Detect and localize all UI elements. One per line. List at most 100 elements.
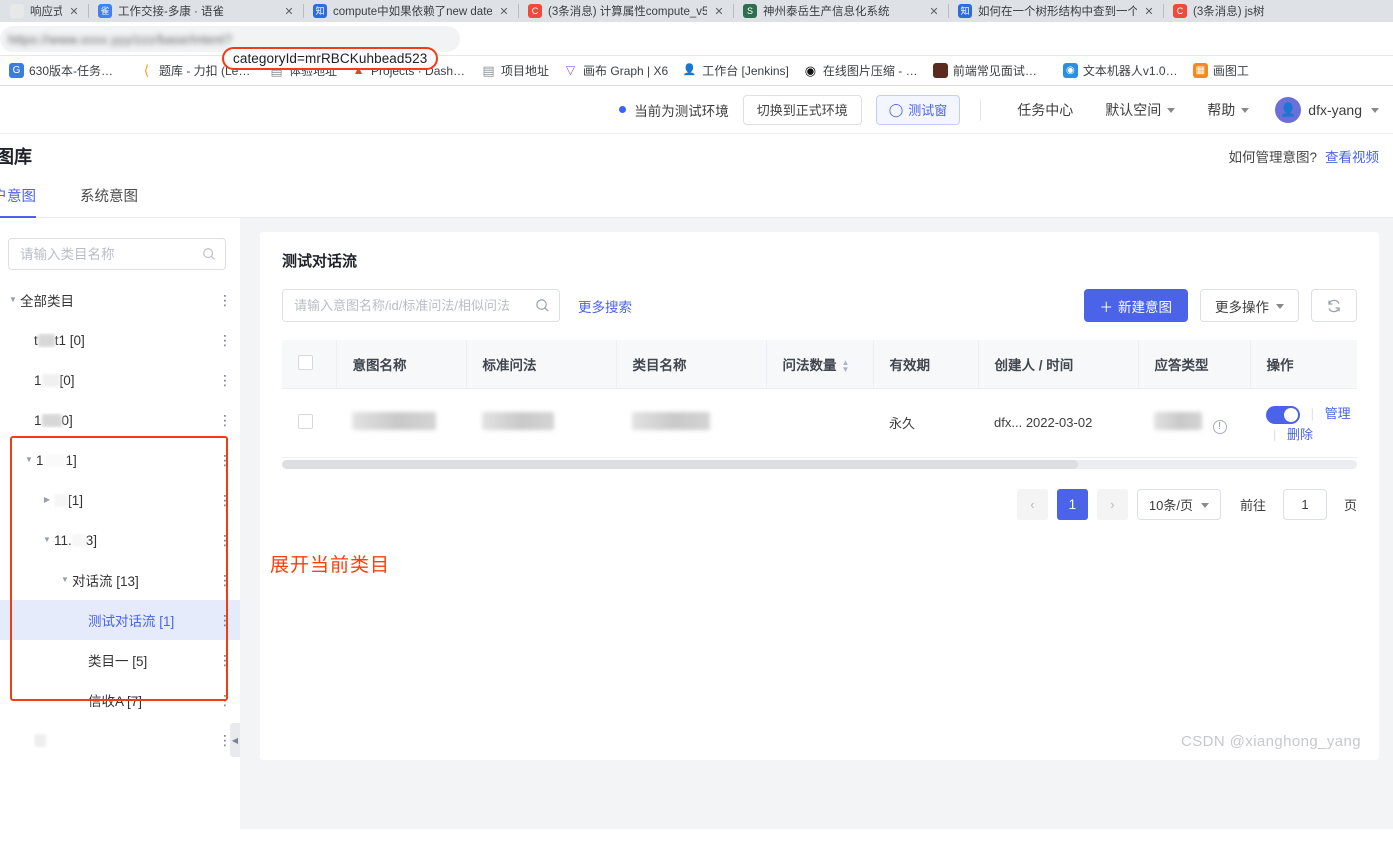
browser-tab[interactable]: S 神州泰岳生产信息化系统 ✕ xyxy=(733,0,948,22)
avatar[interactable]: 👤 xyxy=(1275,96,1302,123)
column-standard-question[interactable]: 标准问法 xyxy=(466,340,617,389)
browser-tab[interactable]: C (3条消息) 计算属性compute_v5 ✕ xyxy=(518,0,733,22)
kebab-menu-icon[interactable]: ⋮ xyxy=(214,693,236,707)
kebab-menu-icon[interactable]: ⋮ xyxy=(214,493,236,507)
browser-tab[interactable]: 响应式布 ✕ xyxy=(0,0,88,22)
browser-tab[interactable]: 知 compute中如果依赖了new date ✕ xyxy=(303,0,518,22)
tab-close-icon[interactable]: ✕ xyxy=(1143,5,1155,18)
more-search-link[interactable]: 更多搜索 xyxy=(578,296,632,316)
refresh-button[interactable] xyxy=(1311,289,1357,322)
tree-node[interactable]: t t1 [0] ⋮ xyxy=(0,320,240,360)
chevron-down-icon[interactable] xyxy=(6,296,20,304)
column-reply-type[interactable]: 应答类型 xyxy=(1138,340,1251,389)
tree-node[interactable]: 11] ⋮ xyxy=(0,440,240,480)
category-search-box[interactable] xyxy=(8,238,226,270)
more-actions-button[interactable]: 更多操作 xyxy=(1200,289,1299,322)
chevron-down-icon[interactable] xyxy=(40,536,54,544)
kebab-menu-icon[interactable]: ⋮ xyxy=(214,613,236,627)
intent-search-input[interactable] xyxy=(292,297,535,314)
kebab-menu-icon[interactable]: ⋮ xyxy=(214,653,236,667)
bookmark-item[interactable]: ◉ 文本机器人v1.0第... xyxy=(1056,59,1186,82)
next-page-button[interactable]: › xyxy=(1096,488,1128,520)
help-row: 如何管理意图? 查看视频 xyxy=(1228,146,1379,166)
bookmark-item[interactable]: ▤ 项目地址 xyxy=(474,59,556,82)
test-window-button[interactable]: ◯ 测试窗 xyxy=(875,94,961,125)
browser-tab[interactable]: 知 如何在一个树形结构中查到一个节 ✕ xyxy=(948,0,1163,22)
operation-divider: | xyxy=(1273,426,1277,442)
page-size-selector[interactable]: 10条/页 xyxy=(1136,488,1221,520)
tab-system-intent[interactable]: 系统意图 xyxy=(58,185,160,217)
tree-node-label: [1] xyxy=(54,493,214,508)
column-intent-name[interactable]: 意图名称 xyxy=(336,340,467,389)
select-all-checkbox[interactable] xyxy=(298,355,313,370)
tab-close-icon[interactable]: ✕ xyxy=(68,5,80,18)
kebab-menu-icon[interactable]: ⋮ xyxy=(214,373,236,387)
tree-node-all-categories[interactable]: 全部类目 ⋮ xyxy=(0,280,240,320)
bookmark-item[interactable]: ▦ 画图工 xyxy=(1186,59,1256,82)
search-icon[interactable] xyxy=(535,298,550,313)
page-number-1[interactable]: 1 xyxy=(1056,488,1088,520)
bookmark-label: 630版本-任务列表... xyxy=(29,64,125,78)
tree-node[interactable]: 1 0] ⋮ xyxy=(0,400,240,440)
browser-tab[interactable]: C (3条消息) js树 xyxy=(1163,0,1313,22)
delete-link[interactable]: 删除 xyxy=(1287,427,1313,442)
chevron-down-icon[interactable] xyxy=(58,576,72,584)
tab-close-icon[interactable]: ✕ xyxy=(498,5,510,18)
column-question-count-label: 问法数量 xyxy=(782,358,837,373)
tree-node[interactable]: [1] ⋮ xyxy=(0,480,240,520)
tree-node-test-dialogflow[interactable]: 测试对话流 [1] ⋮ xyxy=(0,600,240,640)
kebab-menu-icon[interactable]: ⋮ xyxy=(214,573,236,587)
workspace-selector[interactable]: 默认空间 xyxy=(1089,100,1191,120)
row-checkbox[interactable] xyxy=(298,413,313,429)
tab-close-icon[interactable]: ✕ xyxy=(283,5,295,18)
bookmark-item[interactable]: 👤 工作台 [Jenkins] xyxy=(675,59,796,82)
chevron-right-icon[interactable] xyxy=(40,496,54,504)
tree-node[interactable]: 1 [0] ⋮ xyxy=(0,360,240,400)
tree-node-label: 对话流 [13] xyxy=(72,574,139,589)
bookmark-item[interactable]: G 630版本-任务列表... xyxy=(2,59,132,82)
bookmark-item[interactable]: 前端常见面试题总结 xyxy=(926,59,1056,82)
chevron-down-icon[interactable] xyxy=(1371,108,1379,113)
chevron-down-icon[interactable] xyxy=(22,456,36,464)
column-question-count[interactable]: 问法数量 ▲ ▼ xyxy=(766,340,874,389)
prev-page-button[interactable]: ‹ xyxy=(1016,488,1048,520)
table-row[interactable]: 永久 dfx... 2022-03-02 ! | 管理 | 删除 xyxy=(282,388,1357,458)
category-search-input[interactable] xyxy=(18,245,202,263)
bookmark-item[interactable]: ◉ 在线图片压缩 - do... xyxy=(796,59,926,82)
column-creator-time[interactable]: 创建人 / 时间 xyxy=(978,340,1139,389)
tree-node[interactable]: 11.3] ⋮ xyxy=(0,520,240,560)
kebab-menu-icon[interactable]: ⋮ xyxy=(214,453,236,467)
tab-user-intent[interactable]: 用户意图 xyxy=(0,185,58,218)
switch-environment-button[interactable]: 切换到正式环境 xyxy=(742,94,862,125)
kebab-menu-icon[interactable]: ⋮ xyxy=(214,293,236,307)
new-intent-button[interactable]: ＋ 新建意图 xyxy=(1083,289,1188,322)
cell-validity: 永久 xyxy=(873,388,978,458)
tab-close-icon[interactable]: ✕ xyxy=(928,5,940,18)
tab-close-icon[interactable]: ✕ xyxy=(713,5,725,18)
browser-tab[interactable]: 雀 工作交接-多康 · 语雀 ✕ xyxy=(88,0,303,22)
tree-node-category-one[interactable]: 类目一 [5] ⋮ xyxy=(0,640,240,680)
help-menu[interactable]: 帮助 xyxy=(1191,100,1265,120)
manage-link[interactable]: 管理 xyxy=(1325,406,1351,421)
kebab-menu-icon[interactable]: ⋮ xyxy=(214,533,236,547)
task-center-link[interactable]: 任务中心 xyxy=(1001,100,1089,120)
kebab-menu-icon[interactable]: ⋮ xyxy=(214,333,236,347)
scrollbar-thumb[interactable] xyxy=(282,459,1078,469)
intent-search-box[interactable] xyxy=(282,289,560,322)
bookmark-item[interactable]: ▽ 画布 Graph | X6 xyxy=(556,59,675,82)
browser-address-bar[interactable]: https://www.xxxx.yyy/zzz/base/intent? ca… xyxy=(0,22,1393,70)
collapse-panel-handle[interactable]: ◀ xyxy=(230,723,240,757)
table-horizontal-scrollbar[interactable] xyxy=(282,459,1357,469)
tree-node-dialogflow[interactable]: 对话流 [13] ⋮ xyxy=(0,560,240,600)
enable-toggle[interactable] xyxy=(1266,405,1300,424)
info-icon[interactable]: ! xyxy=(1212,419,1227,434)
chevron-down-icon xyxy=(1276,304,1284,309)
column-category-name[interactable]: 类目名称 xyxy=(616,340,767,389)
watch-video-link[interactable]: 查看视频 xyxy=(1325,146,1379,166)
tree-node[interactable]: ⋮ xyxy=(0,720,240,760)
kebab-menu-icon[interactable]: ⋮ xyxy=(214,413,236,427)
jump-page-input[interactable] xyxy=(1282,488,1327,520)
tree-node-xinshou-a[interactable]: 信收A [7] ⋮ xyxy=(0,680,240,720)
sort-icon[interactable]: ▲ ▼ xyxy=(842,359,850,374)
column-validity[interactable]: 有效期 xyxy=(873,340,979,389)
